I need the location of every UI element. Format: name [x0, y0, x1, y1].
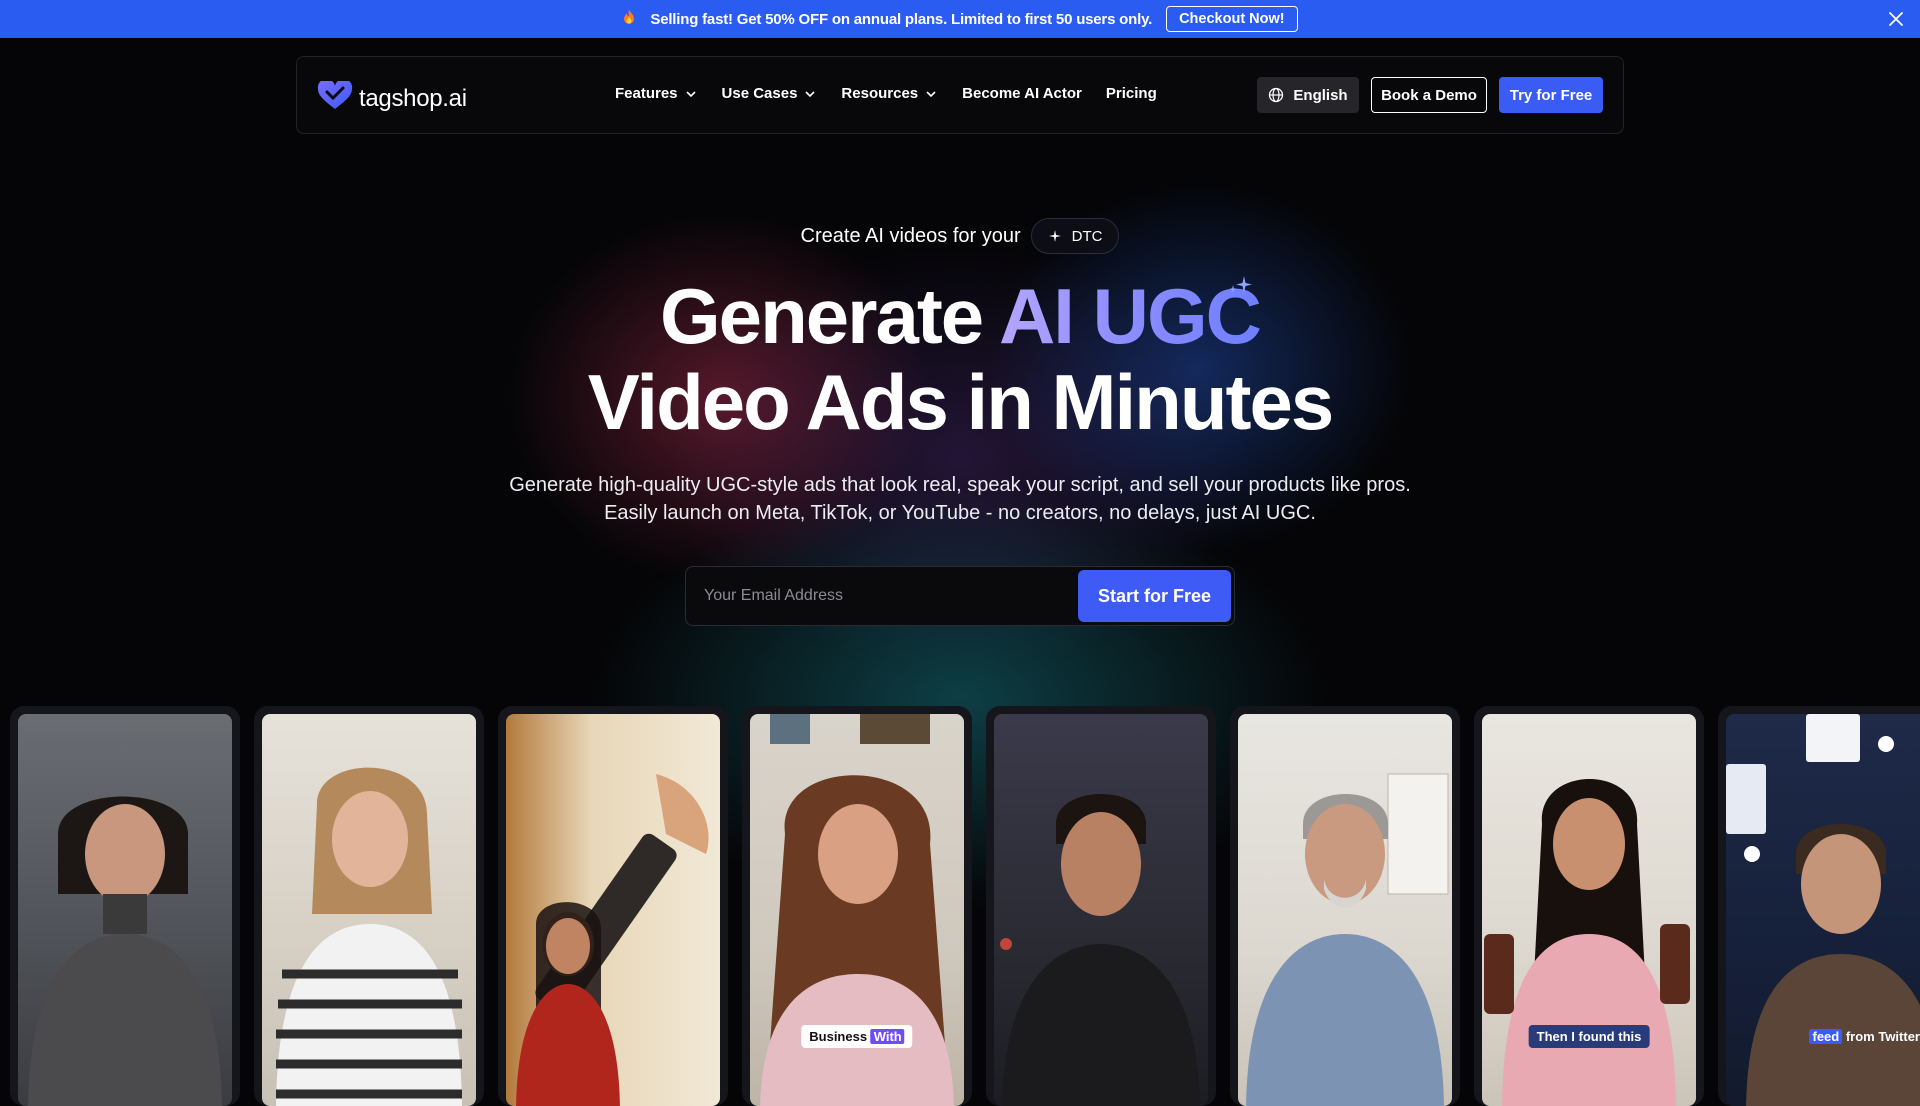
video-caption: feed from Twitter — [1801, 1025, 1920, 1048]
video-card[interactable]: feed from Twitter — [1718, 706, 1920, 1106]
hero-title-line1: Generate AI UGC — [0, 272, 1920, 360]
video-thumbnail — [506, 714, 720, 1106]
person-illustration — [28, 796, 222, 1106]
video-card[interactable]: Then I found this — [1474, 706, 1704, 1106]
video-card[interactable] — [254, 706, 484, 1106]
video-card[interactable] — [986, 706, 1216, 1106]
person-illustration — [516, 774, 709, 1106]
video-thumbnail — [994, 714, 1208, 1106]
video-card[interactable] — [10, 706, 240, 1106]
try-for-free-button[interactable]: Try for Free — [1499, 77, 1603, 113]
video-card[interactable]: Business With — [742, 706, 972, 1106]
video-thumbnail: Business With — [750, 714, 964, 1106]
nav-item-label: Use Cases — [721, 85, 798, 102]
kicker-tag-text: DTC — [1071, 227, 1103, 245]
person-illustration — [1000, 794, 1200, 1106]
hero-title-line2: Video Ads in Minutes — [587, 358, 1334, 446]
promo-banner: Selling fast! Get 50% OFF on annual plan… — [0, 0, 1920, 38]
nav-item-label: Resources — [841, 85, 919, 102]
nav-item-label: Become AI Actor — [962, 85, 1082, 102]
fire-icon — [622, 9, 636, 29]
chevron-down-icon — [805, 90, 815, 97]
caption-text: from Twitter — [1845, 1029, 1920, 1044]
video-thumbnail: Then I found this — [1482, 714, 1696, 1106]
hero-description-line1: Generate high-quality UGC-style ads that… — [509, 474, 1411, 496]
video-caption: Business With — [801, 1025, 913, 1048]
nav-item-use-cases[interactable]: Use Cases — [722, 85, 818, 102]
video-thumbnail — [18, 714, 232, 1106]
hero-description-line2: Easily launch on Meta, TikTok, or YouTub… — [604, 502, 1316, 524]
video-card[interactable] — [498, 706, 728, 1106]
chevron-down-icon — [926, 90, 936, 97]
checkout-now-button[interactable]: Checkout Now! — [1166, 6, 1298, 32]
sparkle-decoration-icon — [1229, 276, 1252, 293]
video-caption: Then I found this — [1528, 1025, 1650, 1048]
hero-kicker: Create AI videos for your DTC — [0, 218, 1920, 254]
globe-icon — [1269, 87, 1284, 103]
sparkle-icon — [1048, 230, 1061, 242]
person-illustration — [1246, 773, 1449, 1106]
email-input[interactable] — [702, 567, 1052, 625]
video-thumbnail: feed from Twitter — [1726, 714, 1920, 1106]
video-card[interactable] — [1230, 706, 1460, 1106]
person-illustration — [276, 767, 462, 1106]
video-thumbnail — [1238, 714, 1452, 1106]
nav-item-pricing[interactable]: Pricing — [1106, 85, 1157, 102]
heart-logo-icon — [317, 78, 353, 116]
nav-item-label: Pricing — [1105, 85, 1157, 102]
close-icon[interactable] — [1886, 9, 1906, 29]
video-card-carousel: Business With Then I found this feed fro… — [10, 706, 1920, 1106]
language-label: English — [1293, 86, 1348, 104]
promo-text: Selling fast! Get 50% OFF on annual plan… — [650, 10, 1153, 28]
nav-item-features[interactable]: Features — [615, 85, 698, 102]
title-text: Generate — [660, 272, 984, 360]
title-highlight: AI UGC — [998, 272, 1262, 360]
language-selector[interactable]: English — [1257, 77, 1359, 113]
video-thumbnail — [262, 714, 476, 1106]
kicker-tag-pill: DTC — [1030, 218, 1120, 254]
nav-menu: Features Use Cases Resources Become AI A… — [615, 85, 1157, 102]
nav-item-resources[interactable]: Resources — [841, 85, 938, 102]
hero-kicker-text: Create AI videos for your — [800, 224, 1021, 247]
logo-text: tagshop.ai — [359, 84, 467, 112]
caption-highlight: feed — [1809, 1029, 1843, 1044]
book-demo-button[interactable]: Book a Demo — [1371, 77, 1487, 113]
nav-item-label: Features — [615, 85, 678, 102]
main-navigation: tagshop.ai Features Use Cases Resources … — [296, 56, 1624, 134]
email-signup-form: Start for Free — [685, 566, 1235, 626]
caption-highlight: With — [870, 1029, 905, 1044]
nav-item-become-ai-actor[interactable]: Become AI Actor — [962, 85, 1082, 102]
caption-text: Business — [809, 1029, 868, 1044]
logo[interactable]: tagshop.ai — [317, 78, 467, 116]
start-for-free-button[interactable]: Start for Free — [1078, 570, 1231, 622]
chevron-down-icon — [685, 90, 696, 97]
